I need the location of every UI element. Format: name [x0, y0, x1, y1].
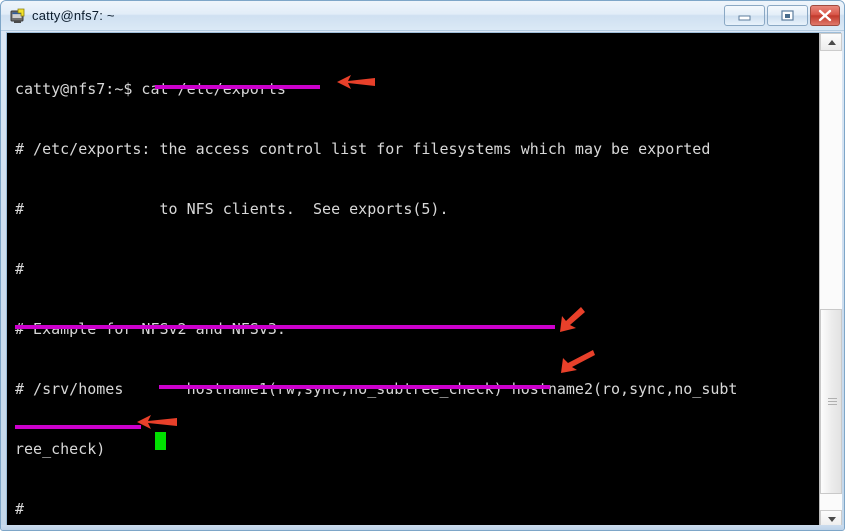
terminal-line: catty@nfs7:~$ cat /etc/exports [15, 80, 286, 98]
scroll-thumb[interactable] [820, 309, 842, 494]
arrow-export-entry [557, 305, 587, 340]
terminal-frame: catty@nfs7:~$ cat /etc/exports # /etc/ex… [6, 32, 842, 528]
scroll-up-button[interactable] [820, 33, 842, 51]
terminal-text-area: catty@nfs7:~$ cat /etc/exports # /etc/ex… [15, 39, 815, 528]
terminal-line: ree_check) [15, 440, 106, 458]
terminal-line: # /etc/exports: the access control list … [15, 140, 711, 158]
scrollbar-track[interactable] [820, 51, 842, 510]
arrow-cat-command [335, 71, 377, 98]
maximize-button[interactable] [767, 5, 808, 26]
terminal-line: # [15, 260, 25, 278]
highlight-underline-cat-command [155, 85, 320, 89]
minimize-button[interactable] [724, 5, 765, 26]
vertical-scrollbar[interactable] [819, 33, 842, 528]
chevron-up-icon [828, 40, 836, 45]
window-bottom-border [1, 525, 844, 530]
scroll-thumb-grip-icon [828, 398, 837, 407]
close-button[interactable] [810, 5, 840, 26]
arrow-export-list-result [135, 411, 179, 438]
chevron-down-icon [828, 517, 836, 522]
window-title: catty@nfs7: ~ [32, 8, 115, 23]
terminal-window: catty@nfs7: ~ catty@nfs7:~$ cat /etc/exp… [0, 0, 845, 531]
window-titlebar[interactable]: catty@nfs7: ~ [1, 1, 844, 31]
terminal-line: # /srv/homes hostname1(rw,sync,no_subtre… [15, 380, 738, 398]
highlight-underline-showmount-command [159, 385, 550, 389]
terminal-line: # to NFS clients. See exports(5). [15, 200, 449, 218]
highlight-underline-export-entry [15, 325, 555, 329]
highlight-underline-export-list-result [15, 425, 141, 429]
terminal-screen[interactable]: catty@nfs7:~$ cat /etc/exports # /etc/ex… [7, 33, 819, 528]
putty-terminal-icon [10, 7, 28, 25]
terminal-line: # [15, 500, 25, 518]
arrow-showmount-command [559, 349, 597, 380]
terminal-line: # Example for NFSv2 and NFSv3: [15, 320, 286, 338]
